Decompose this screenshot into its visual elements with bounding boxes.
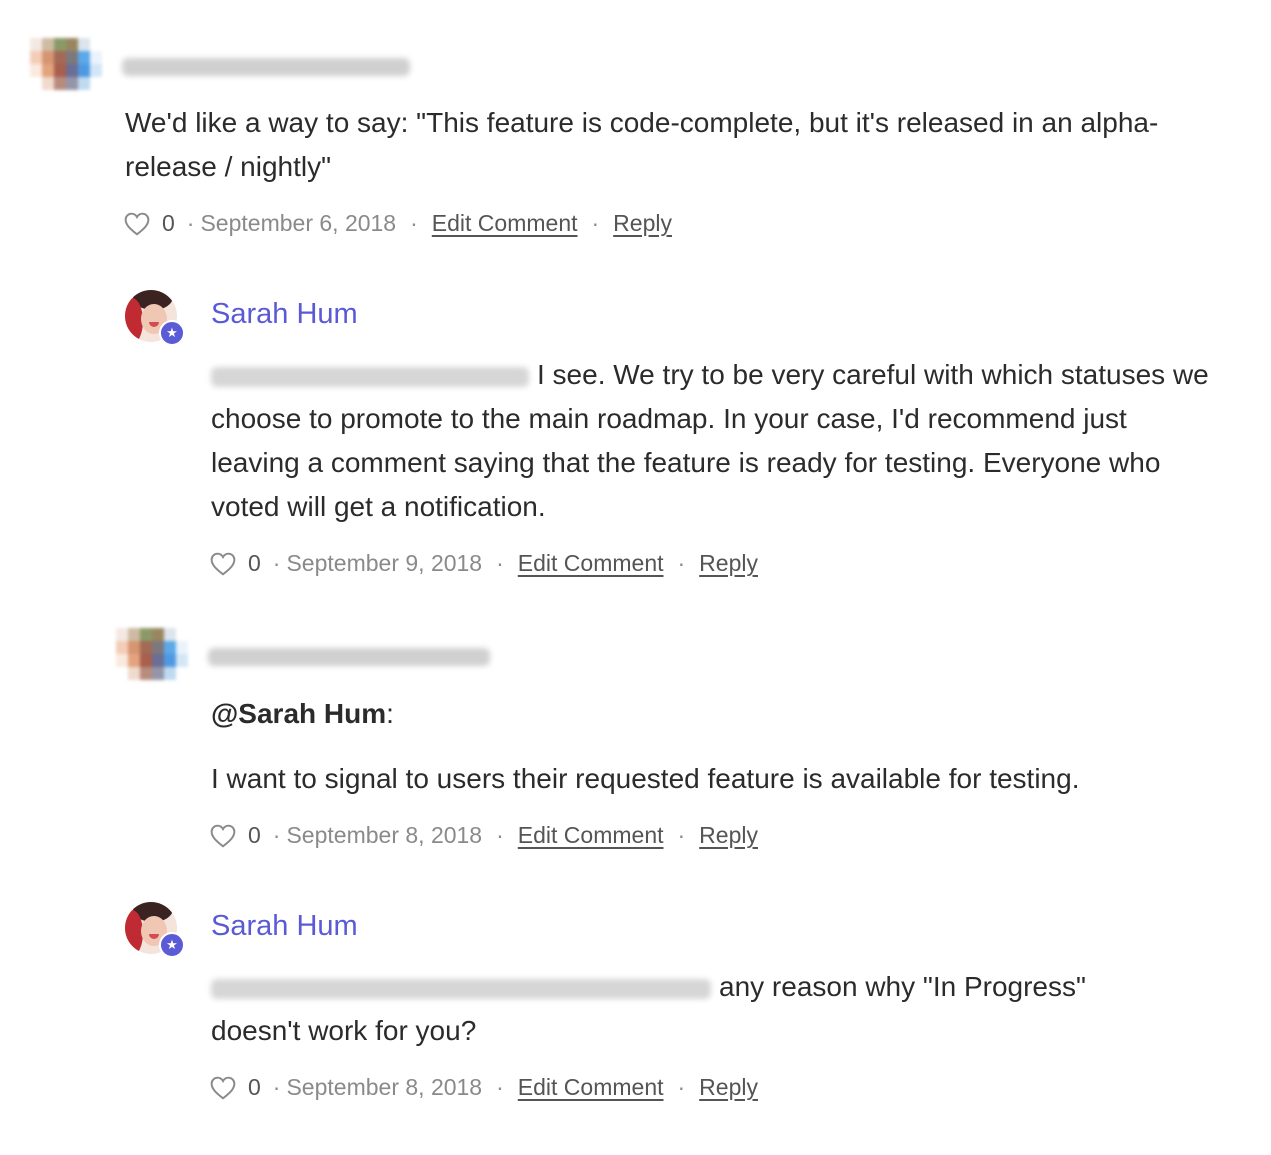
reply-link[interactable]: Reply [699, 822, 758, 849]
heart-outline-icon[interactable] [210, 552, 236, 576]
edit-comment-link[interactable]: Edit Comment [432, 210, 578, 237]
like-count: 0 [248, 822, 261, 848]
mention-redacted[interactable] [211, 366, 529, 387]
mention-redacted[interactable] [211, 978, 711, 999]
comment-meta: 0 · September 8, 2018 · Edit Comment · R… [210, 822, 758, 849]
author-name-redacted[interactable] [208, 648, 490, 666]
like-count: 0 [248, 1074, 261, 1100]
reply-link[interactable]: Reply [699, 1074, 758, 1101]
avatar[interactable] [116, 628, 188, 680]
separator: · [677, 1074, 686, 1100]
star-badge-icon: ★ [159, 932, 185, 958]
comment-body: any reason why "In Progress" doesn't wor… [211, 965, 1221, 1053]
avatar[interactable]: ★ [125, 902, 185, 958]
comment-text-line2: doesn't work for you? [211, 1015, 477, 1046]
separator: · [677, 550, 686, 576]
comment-meta: 0 · September 9, 2018 · Edit Comment · R… [210, 550, 758, 577]
author-name-redacted[interactable] [122, 58, 410, 76]
separator: · [272, 550, 281, 576]
comment-meta: 0 · September 8, 2018 · Edit Comment · R… [210, 1074, 758, 1101]
star-badge-icon: ★ [159, 320, 185, 346]
separator: · [186, 210, 195, 236]
edit-comment-link[interactable]: Edit Comment [518, 550, 664, 577]
heart-outline-icon[interactable] [210, 1076, 236, 1100]
comment-body: We'd like a way to say: "This feature is… [125, 101, 1225, 189]
separator: · [496, 1074, 504, 1100]
separator: · [496, 550, 504, 576]
comment-meta: 0 · September 6, 2018 · Edit Comment · R… [124, 210, 672, 237]
separator: · [591, 210, 600, 236]
author-name[interactable]: Sarah Hum [211, 298, 358, 331]
comment-date: September 6, 2018 [200, 210, 397, 236]
comment-date: September 8, 2018 [286, 822, 483, 848]
separator: · [496, 822, 504, 848]
comment-date: September 9, 2018 [286, 550, 483, 576]
comment-mention-line: @Sarah Hum: [211, 692, 1211, 736]
comment-text-line1: any reason why "In Progress" [719, 971, 1086, 1002]
separator: · [272, 1074, 281, 1100]
mention[interactable]: @Sarah Hum [211, 698, 386, 729]
edit-comment-link[interactable]: Edit Comment [518, 822, 664, 849]
comment-date: September 8, 2018 [286, 1074, 483, 1100]
edit-comment-link[interactable]: Edit Comment [518, 1074, 664, 1101]
comment-body: I see. We try to be very careful with wh… [211, 353, 1221, 529]
comment-text: We'd like a way to say: "This feature is… [125, 107, 1159, 182]
like-count: 0 [248, 550, 261, 576]
reply-link[interactable]: Reply [613, 210, 672, 237]
separator: · [272, 822, 281, 848]
avatar[interactable] [30, 38, 102, 90]
comment-text: I want to signal to users their requeste… [211, 763, 1080, 794]
like-count: 0 [162, 210, 175, 236]
comment-body: I want to signal to users their requeste… [211, 757, 1221, 801]
heart-outline-icon[interactable] [124, 212, 150, 236]
heart-outline-icon[interactable] [210, 824, 236, 848]
separator: · [677, 822, 686, 848]
author-name[interactable]: Sarah Hum [211, 910, 358, 943]
mention-suffix: : [386, 698, 394, 729]
avatar[interactable]: ★ [125, 290, 185, 346]
separator: · [410, 210, 418, 236]
reply-link[interactable]: Reply [699, 550, 758, 577]
